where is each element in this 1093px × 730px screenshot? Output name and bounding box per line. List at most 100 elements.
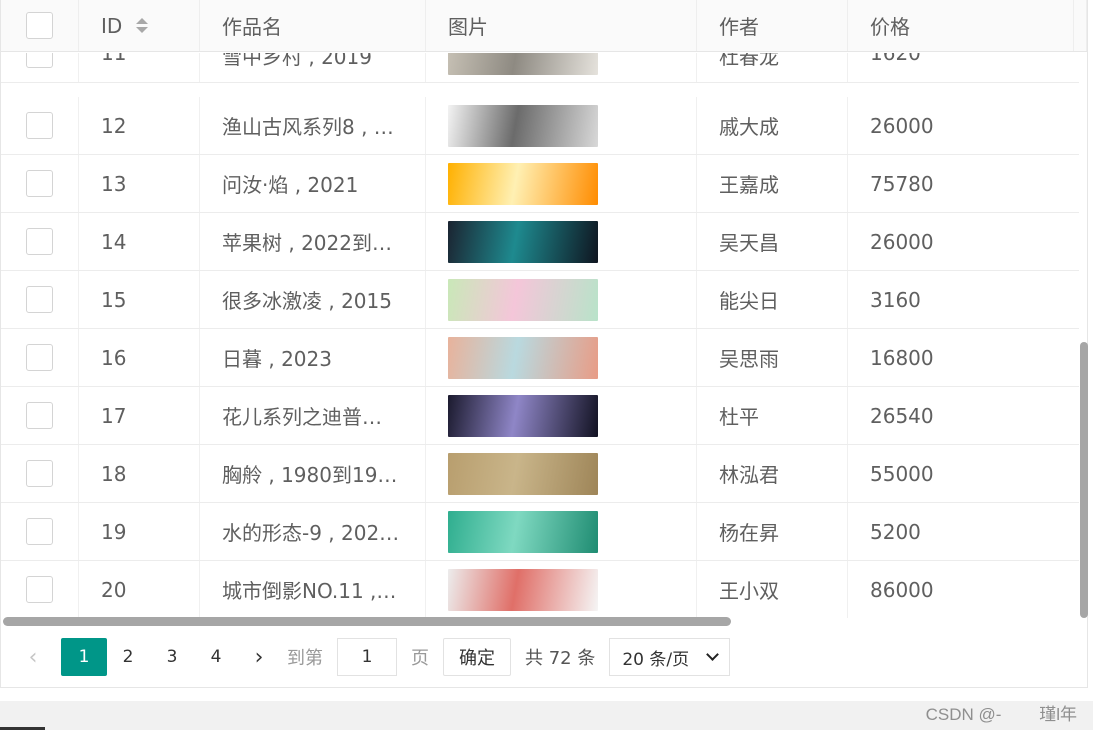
cell-image [426,445,697,502]
pagination: ‹ 1234 › 到第 1 页 确定 共 72 条 20 条/页 [1,626,1089,688]
horizontal-scrollbar[interactable] [3,617,731,626]
page-button[interactable]: 1 [61,638,107,676]
row-check-cell [1,53,79,82]
cell-name: 雪中乡村 , 2019 [200,53,426,82]
row-checkbox[interactable] [26,518,53,545]
row-check-cell [1,271,79,328]
artwork-thumbnail[interactable] [448,278,598,321]
artwork-thumbnail[interactable] [448,53,598,75]
table-row[interactable]: 16 日暮 , 2023 吴思雨 16800 [1,329,1079,387]
row-checkbox[interactable] [26,344,53,371]
page-size-value: 20 条/页 [622,649,690,670]
name-text: 渔山古风系列8 , … [222,115,394,139]
cell-author: 杜春龙 [697,53,848,82]
table-row[interactable]: 14 苹果树 , 2022到… 吴天昌 26000 [1,213,1079,271]
author-text: 杜平 [719,405,759,429]
name-text: 雪中乡村 , 2019 [222,53,372,69]
page-size-select[interactable]: 20 条/页 [609,638,731,676]
header-name-label: 作品名 [222,15,282,39]
row-checkbox[interactable] [26,228,53,255]
cell-id: 20 [79,561,200,618]
id-text: 14 [101,229,127,254]
row-checkbox[interactable] [26,170,53,197]
artwork-thumbnail[interactable] [448,452,598,495]
author-text: 王小双 [719,579,779,603]
cell-price: 86000 [848,561,1079,618]
row-check-cell [1,329,79,386]
id-text: 19 [101,519,127,544]
table-row[interactable]: 20 城市倒影NO.11 ,… 王小双 86000 [1,561,1079,618]
price-text: 26000 [870,229,934,254]
table-row[interactable]: 11 雪中乡村 , 2019 杜春龙 1620 [1,53,1079,83]
cell-price: 55000 [848,445,1079,502]
author-text: 戚大成 [719,115,779,139]
artwork-thumbnail[interactable] [448,220,598,263]
page-button[interactable]: 3 [149,638,195,676]
row-checkbox[interactable] [26,286,53,313]
price-text: 1620 [870,53,921,65]
header-id[interactable]: ID [79,0,200,51]
artwork-thumbnail[interactable] [448,394,598,437]
cell-author: 能尖日 [697,271,848,328]
app-root: ID 作品名 图片 作者 价格 11 雪中乡村 , 2019 杜春龙 1620 12 渔山… [0,0,1093,730]
select-all-checkbox[interactable] [26,12,53,39]
cell-image [426,387,697,444]
cell-image [426,561,697,618]
cell-price: 3160 [848,271,1079,328]
row-checkbox[interactable] [26,402,53,429]
watermark: CSDN @- 瑾l年 [925,705,1077,724]
author-text: 王嘉成 [719,173,779,197]
id-text: 15 [101,287,127,312]
header-id-label: ID [101,13,123,38]
cell-id: 18 [79,445,200,502]
row-checkbox[interactable] [26,53,53,68]
name-text: 很多冰激凌 , 2015 [222,289,392,313]
table-row[interactable]: 19 水的形态-9 , 202… 杨在昇 5200 [1,503,1079,561]
price-text: 55000 [870,461,934,486]
page-list: 1234 [61,638,237,676]
author-text: 杨在昇 [719,521,779,545]
price-text: 16800 [870,345,934,370]
row-checkbox[interactable] [26,460,53,487]
row-check-cell [1,445,79,502]
cell-author: 吴思雨 [697,329,848,386]
cell-price: 26000 [848,97,1079,154]
table-row[interactable]: 13 问汝·焰 , 2021 王嘉成 75780 [1,155,1079,213]
chevron-left-icon[interactable]: ‹ [19,638,47,676]
goto-page-input[interactable]: 1 [337,638,397,676]
artwork-thumbnail[interactable] [448,104,598,147]
sort-caret-icon[interactable] [136,18,149,33]
cell-price: 1620 [848,53,1079,82]
name-text: 苹果树 , 2022到… [222,231,392,255]
price-text: 5200 [870,519,921,544]
cell-id: 13 [79,155,200,212]
table-row[interactable]: 17 花儿系列之迪普… 杜平 26540 [1,387,1079,445]
table-row[interactable]: 18 胸舲 , 1980到1980 林泓君 55000 [1,445,1079,503]
name-text: 水的形态-9 , 202… [222,521,400,545]
price-text: 26540 [870,403,934,428]
artwork-thumbnail[interactable] [448,568,598,611]
artwork-thumbnail[interactable] [448,162,598,205]
row-checkbox[interactable] [26,112,53,139]
confirm-button[interactable]: 确定 [443,638,511,676]
page-button[interactable]: 2 [105,638,151,676]
cell-price: 26000 [848,213,1079,270]
table-row[interactable]: 15 很多冰激凌 , 2015 能尖日 3160 [1,271,1079,329]
artwork-thumbnail[interactable] [448,336,598,379]
name-text: 城市倒影NO.11 ,… [222,579,397,603]
chevron-right-icon[interactable]: › [245,638,273,676]
cell-author: 吴天昌 [697,213,848,270]
author-text: 吴思雨 [719,347,779,371]
price-text: 86000 [870,577,934,602]
cell-id: 15 [79,271,200,328]
price-text: 26000 [870,113,934,138]
vertical-scrollbar[interactable] [1080,342,1088,618]
artwork-thumbnail[interactable] [448,510,598,553]
table-row[interactable]: 12 渔山古风系列8 , … 戚大成 26000 [1,97,1079,155]
page-button[interactable]: 4 [193,638,239,676]
table-header: ID 作品名 图片 作者 价格 [1,0,1087,52]
cell-price: 16800 [848,329,1079,386]
row-check-cell [1,561,79,618]
row-checkbox[interactable] [26,576,53,603]
row-check-cell [1,97,79,154]
